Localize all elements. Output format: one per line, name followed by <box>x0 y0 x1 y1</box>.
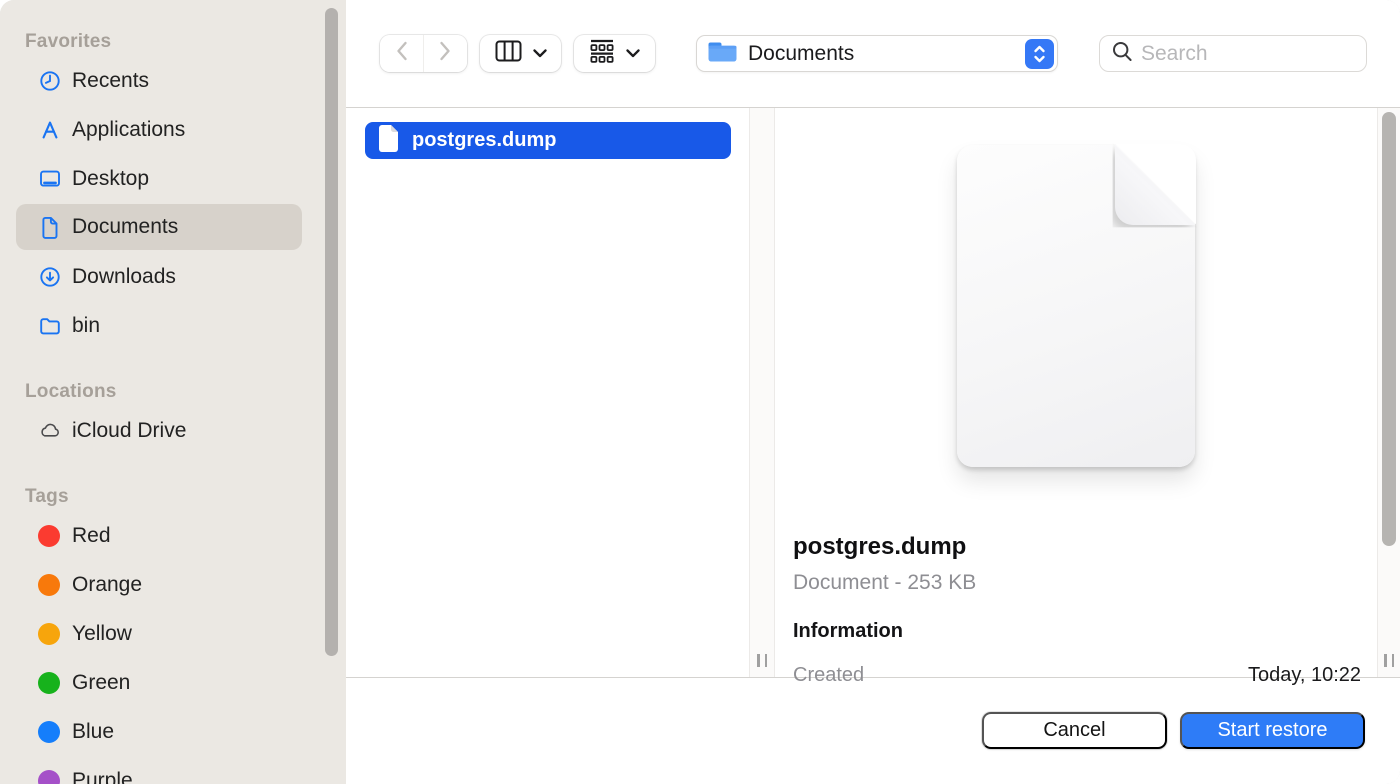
sidebar-item-recents[interactable]: Recents <box>0 56 346 105</box>
sidebar-item-bin[interactable]: bin <box>0 301 346 350</box>
tag-color-dot <box>38 770 60 784</box>
sidebar-item-label: iCloud Drive <box>72 419 186 443</box>
clock-icon <box>38 69 62 93</box>
info-label-created: Created <box>793 664 864 687</box>
sidebar-section-tags: Tags <box>0 483 346 511</box>
sidebar-item-label: Orange <box>72 573 142 597</box>
column-resize-handle[interactable] <box>757 654 767 667</box>
open-dialog-window: Favorites Recents Applications Desktop <box>0 0 1400 784</box>
search-icon <box>1112 41 1133 67</box>
sidebar-item-label: Purple <box>72 769 133 784</box>
folder-icon <box>38 314 62 338</box>
cancel-button[interactable]: Cancel <box>982 712 1167 749</box>
forward-button[interactable] <box>423 35 467 72</box>
app-store-icon <box>38 118 62 142</box>
sidebar-item-label: Recents <box>72 69 149 93</box>
sidebar-item-label: Red <box>72 524 111 548</box>
folder-blue-icon <box>707 39 738 69</box>
tag-color-dot <box>38 721 60 743</box>
download-circle-icon <box>38 265 62 289</box>
toolbar: Documents <box>346 0 1400 108</box>
column-view-button[interactable] <box>480 35 561 72</box>
column-divider <box>749 108 775 677</box>
tag-color-dot <box>38 672 60 694</box>
sidebar-item-icloud-drive[interactable]: iCloud Drive <box>0 406 346 455</box>
desktop-icon <box>38 167 62 191</box>
preview-scroll-strip <box>1377 108 1400 677</box>
chevron-right-icon <box>439 40 452 67</box>
preview-pane: postgres.dump Document - 253 KB Informat… <box>775 108 1377 677</box>
preview-info: postgres.dump Document - 253 KB Informat… <box>793 533 1361 687</box>
sidebar-item-tag-yellow[interactable]: Yellow <box>0 609 346 658</box>
file-name: postgres.dump <box>412 129 556 152</box>
back-button[interactable] <box>380 35 423 72</box>
location-dropdown-label: Documents <box>748 42 854 66</box>
columns-icon <box>495 40 522 67</box>
search-input[interactable] <box>1141 42 1341 66</box>
main-area: Documents <box>346 0 1400 784</box>
dialog-footer: Cancel Start restore <box>346 678 1400 784</box>
location-dropdown[interactable]: Documents <box>696 35 1058 72</box>
sidebar-item-tag-blue[interactable]: Blue <box>0 707 346 756</box>
file-browser: postgres.dump postgres.dump Document - 2… <box>346 108 1400 678</box>
chevron-left-icon <box>395 40 408 67</box>
file-icon <box>377 124 400 157</box>
sidebar-item-label: Downloads <box>72 265 176 289</box>
chevron-down-icon <box>626 45 640 63</box>
tag-color-dot <box>38 574 60 596</box>
start-restore-button[interactable]: Start restore <box>1180 712 1365 749</box>
sidebar-item-tag-orange[interactable]: Orange <box>0 560 346 609</box>
sidebar-item-label: Desktop <box>72 167 149 191</box>
sidebar: Favorites Recents Applications Desktop <box>0 0 346 784</box>
sidebar-item-tag-purple[interactable]: Purple <box>0 756 346 784</box>
sidebar-item-applications[interactable]: Applications <box>0 105 346 154</box>
preview-scrollbar[interactable] <box>1382 112 1396 546</box>
dropdown-stepper-icon <box>1025 39 1054 69</box>
sidebar-item-label: Green <box>72 671 130 695</box>
navigation-buttons <box>380 35 467 72</box>
sidebar-item-documents[interactable]: Documents <box>16 204 302 250</box>
file-list-column: postgres.dump <box>346 108 749 677</box>
sidebar-item-tag-green[interactable]: Green <box>0 658 346 707</box>
file-row-postgres-dump[interactable]: postgres.dump <box>365 122 731 159</box>
search-field[interactable] <box>1099 35 1367 72</box>
preview-info-row: Created Today, 10:22 <box>793 664 1361 687</box>
preview-file-meta: Document - 253 KB <box>793 571 1361 595</box>
sidebar-item-label: Blue <box>72 720 114 744</box>
group-view-button[interactable] <box>574 35 655 72</box>
sidebar-item-downloads[interactable]: Downloads <box>0 252 346 301</box>
document-icon <box>38 215 62 239</box>
tag-color-dot <box>38 623 60 645</box>
sidebar-item-desktop[interactable]: Desktop <box>0 154 346 203</box>
sidebar-section-locations: Locations <box>0 378 346 406</box>
column-resize-handle[interactable] <box>1384 654 1394 667</box>
sidebar-item-label: Documents <box>72 215 178 239</box>
sidebar-item-label: Yellow <box>72 622 132 646</box>
tag-color-dot <box>38 525 60 547</box>
sidebar-scrollbar[interactable] <box>325 8 338 656</box>
cloud-icon <box>38 419 62 443</box>
document-preview-icon <box>957 145 1195 467</box>
sidebar-item-label: bin <box>72 314 100 338</box>
chevron-down-icon <box>533 45 547 63</box>
sidebar-item-tag-red[interactable]: Red <box>0 511 346 560</box>
sidebar-item-label: Applications <box>72 118 185 142</box>
preview-information-header: Information <box>793 620 1361 643</box>
preview-file-name: postgres.dump <box>793 533 1361 561</box>
group-items-icon <box>589 39 615 68</box>
sidebar-section-favorites: Favorites <box>0 28 346 56</box>
info-value-created: Today, 10:22 <box>1248 664 1361 687</box>
